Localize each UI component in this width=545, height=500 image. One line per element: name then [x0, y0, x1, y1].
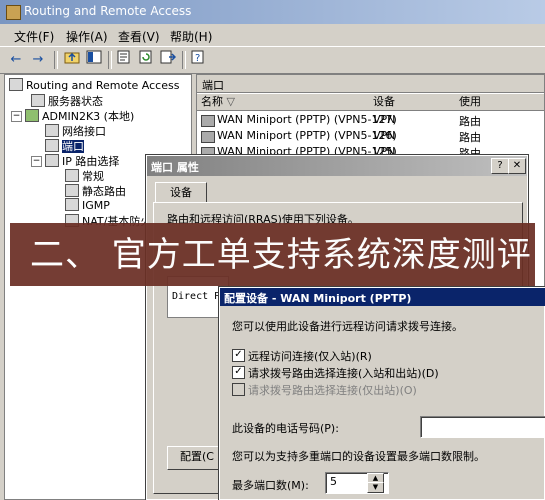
demand-dial-out-label: 请求拨号路由选择连接(仅出站)(O) [248, 384, 417, 397]
overlay-banner: 二、 官方工单支持系统深度测评 [10, 223, 535, 286]
toolbar-separator [108, 51, 112, 69]
sort-desc-icon: ▽ [226, 95, 235, 108]
column-header-name[interactable]: 名称 ▽ [197, 94, 374, 111]
tree-server[interactable]: ADMIN2K3 (本地) [25, 108, 134, 124]
port-device-icon [201, 115, 215, 127]
menu-view[interactable]: 查看(V) [118, 28, 160, 45]
demand-dial-inout-label: 请求拨号路由选择连接(入站和出站)(D) [248, 367, 439, 380]
properties-icon[interactable] [114, 50, 134, 70]
refresh-icon[interactable] [136, 50, 156, 70]
device-list-item[interactable]: Direct P [172, 291, 220, 302]
configure-device-dialog: 配置设备 - WAN Miniport (PPTP) 您可以使用此设备进行远程访… [218, 286, 545, 500]
demand-dial-inout-checkbox[interactable]: ✓ [232, 366, 245, 379]
tree-general[interactable]: 常规 [65, 168, 104, 184]
port-properties-title: 端口 属性 [151, 161, 199, 174]
toolbar-separator [54, 51, 58, 69]
phone-number-input[interactable] [420, 416, 545, 438]
server-status-icon [31, 94, 45, 107]
tree-static-routes[interactable]: 静态路由 [65, 183, 126, 199]
ports-pane-title: 端口 [202, 79, 224, 92]
app-icon [6, 5, 21, 20]
port-properties-title-bar: 端口 属性 ? ✕ [147, 156, 527, 176]
export-list-icon[interactable] [158, 50, 178, 70]
server-icon [25, 109, 39, 122]
phone-number-label: 此设备的电话号码(P): [232, 422, 339, 435]
close-icon[interactable]: ✕ [508, 158, 526, 174]
collapse-icon[interactable]: − [11, 111, 22, 122]
menu-bar: 文件(F) 操作(A) 查看(V) 帮助(H) [0, 24, 545, 46]
svg-text:?: ? [195, 53, 200, 64]
table-row[interactable]: WAN Miniport (PPTP) (VPN5-126) VPN 路由 [197, 129, 544, 144]
toolbar: ← → ? [0, 46, 545, 74]
up-folder-icon[interactable] [62, 50, 82, 70]
tree-ip-routing[interactable]: IP 路由选择 [45, 153, 119, 169]
ip-routing-icon [45, 154, 59, 167]
static-route-icon [65, 184, 79, 197]
table-row[interactable]: WAN Miniport (PPTP) (VPN5-127) VPN 路由 [197, 113, 544, 128]
title-bar: Routing and Remote Access [0, 0, 545, 24]
tab-device[interactable]: 设备 [155, 182, 207, 203]
ports-icon [45, 139, 59, 152]
column-header-device[interactable]: 设备 [369, 94, 460, 111]
spin-down-icon[interactable]: ▼ [367, 482, 384, 493]
menu-action[interactable]: 操作(A) [66, 28, 108, 45]
igmp-icon [65, 198, 79, 211]
configure-device-title: 配置设备 - WAN Miniport (PPTP) [224, 292, 412, 305]
max-ports-label: 最多端口数(M): [232, 479, 309, 492]
window-title: Routing and Remote Access [24, 4, 192, 18]
port-limit-description: 您可以为支持多重端口的设备设置最多端口数限制。 [232, 450, 485, 463]
port-device-icon [201, 131, 215, 143]
network-interface-icon [45, 124, 59, 137]
toolbar-separator [182, 51, 186, 69]
ports-pane-header: 端口 [197, 75, 544, 93]
demand-dial-out-checkbox[interactable] [232, 383, 245, 396]
configure-device-title-bar: 配置设备 - WAN Miniport (PPTP) [220, 288, 545, 306]
back-icon[interactable]: ← [6, 50, 26, 70]
menu-help[interactable]: 帮助(H) [170, 28, 212, 45]
help-icon[interactable]: ? [491, 158, 509, 174]
show-tree-icon[interactable] [84, 50, 104, 70]
banner-text: 二、 官方工单支持系统深度测评 [30, 235, 532, 275]
forward-icon[interactable]: → [28, 50, 48, 70]
help-icon[interactable]: ? [188, 50, 208, 70]
remote-access-label: 远程访问连接(仅入站)(R) [248, 350, 372, 363]
collapse-icon[interactable]: − [31, 156, 42, 167]
menu-file[interactable]: 文件(F) [14, 28, 54, 45]
tree-server-status[interactable]: 服务器状态 [31, 93, 103, 109]
tree-root[interactable]: Routing and Remote Access [9, 78, 179, 92]
general-icon [65, 169, 79, 182]
tree-network-interfaces[interactable]: 网络接口 [45, 123, 106, 139]
rras-icon [9, 78, 23, 91]
column-header-use[interactable]: 使用 [455, 94, 544, 111]
tree-igmp[interactable]: IGMP [65, 198, 110, 212]
configure-device-intro: 您可以使用此设备进行远程访问请求拨号连接。 [232, 320, 463, 333]
remote-access-checkbox[interactable]: ✓ [232, 349, 245, 362]
tree-ports[interactable]: 端口 [45, 138, 84, 154]
